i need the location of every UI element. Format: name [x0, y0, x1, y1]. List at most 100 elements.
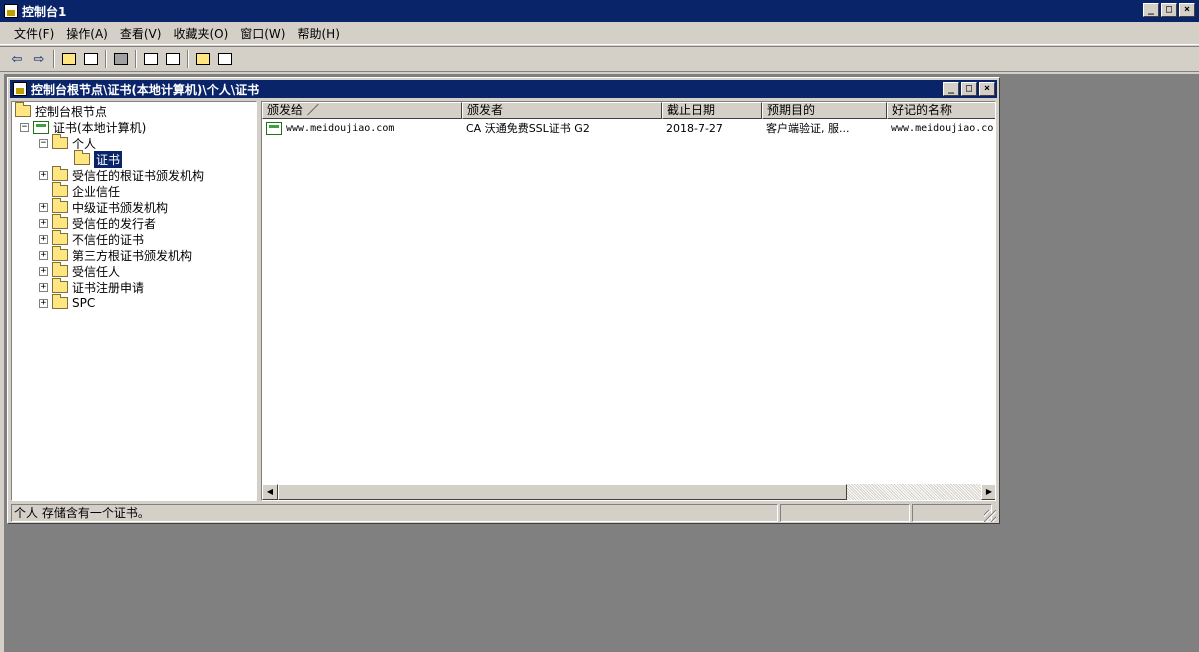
- tree-toggle-icon: [84, 53, 98, 65]
- tree-item-enrollment-requests[interactable]: + 证书注册申请: [39, 278, 145, 295]
- window-controls: _ □ ×: [1143, 3, 1195, 17]
- status-panel-2: [780, 504, 910, 522]
- toolbar-separator: [135, 50, 137, 68]
- column-issued-by[interactable]: 颁发者: [462, 102, 662, 119]
- cell-issued-by: CA 沃通免费SSL证书 G2: [466, 122, 590, 135]
- mdi-workspace: 控制台根节点\证书(本地计算机)\个人\证书 _ □ × 控制台根节点 − 证书…: [4, 74, 1199, 652]
- child-close-button[interactable]: ×: [979, 82, 995, 96]
- open-folder-icon: [74, 150, 90, 165]
- tree-item-personal-certs[interactable]: 证书: [74, 149, 124, 169]
- expand-icon[interactable]: +: [39, 266, 48, 276]
- tree-item-label: 受信任的发行者: [72, 216, 157, 231]
- menu-view[interactable]: 查看(V): [114, 23, 168, 44]
- folder-icon: [52, 262, 68, 277]
- main-title-bar[interactable]: 控制台1 _ □ ×: [0, 0, 1199, 22]
- tree-item-label-selected: 证书: [92, 149, 124, 169]
- toolbar-separator: [53, 50, 55, 68]
- tree-item-personal[interactable]: − 个人: [39, 134, 96, 151]
- horizontal-scrollbar[interactable]: ◀ ▶: [262, 484, 995, 500]
- refresh-button[interactable]: [140, 49, 162, 69]
- show-hide-tree-button[interactable]: [80, 49, 102, 69]
- child-minimize-button[interactable]: _: [943, 82, 959, 96]
- tree-item-label: 企业信任: [72, 184, 121, 199]
- menu-favorites[interactable]: 收藏夹(O): [167, 23, 234, 44]
- collapse-icon[interactable]: −: [20, 122, 29, 132]
- toolbar-separator: [105, 50, 107, 68]
- tree-item-label: 证书(本地计算机): [53, 120, 147, 135]
- export-list-icon: [166, 53, 180, 65]
- back-arrow-icon: ⇦: [11, 51, 23, 67]
- scroll-left-button[interactable]: ◀: [262, 484, 278, 500]
- tree-item-trusted-root[interactable]: + 受信任的根证书颁发机构: [39, 166, 205, 183]
- expand-icon[interactable]: +: [39, 282, 48, 292]
- folder-icon: [52, 294, 68, 309]
- certificate-icon: [266, 121, 282, 135]
- column-intended-purposes[interactable]: 预期目的: [762, 102, 887, 119]
- resize-grip[interactable]: [984, 510, 996, 522]
- forward-button[interactable]: ⇨: [28, 49, 50, 69]
- tree-item-label: 受信任的根证书颁发机构: [72, 168, 205, 183]
- status-panel-3: [912, 504, 992, 522]
- scroll-right-button[interactable]: ▶: [981, 484, 995, 500]
- minimize-button[interactable]: _: [1143, 3, 1159, 17]
- menu-action[interactable]: 操作(A): [60, 23, 114, 44]
- column-friendly-name[interactable]: 好记的名称: [887, 102, 995, 119]
- folder-icon: [52, 198, 68, 213]
- delete-button[interactable]: [110, 49, 132, 69]
- tree-item-trusted-publishers[interactable]: + 受信任的发行者: [39, 214, 157, 231]
- up-one-level-button[interactable]: [58, 49, 80, 69]
- export-list-button[interactable]: [162, 49, 184, 69]
- tree-item-root[interactable]: 控制台根节点: [15, 102, 108, 119]
- help-icon: [196, 53, 210, 65]
- tree-item-enterprise-trust[interactable]: 企业信任: [52, 182, 121, 199]
- table-row[interactable]: www.meidoujiao.com CA 沃通免费SSL证书 G2 2018-…: [262, 120, 995, 136]
- child-maximize-button[interactable]: □: [961, 82, 977, 96]
- action-pane-button[interactable]: [214, 49, 236, 69]
- child-window-controls: _ □ ×: [943, 82, 995, 96]
- column-issued-to[interactable]: 颁发给 ／: [262, 102, 462, 119]
- expand-icon[interactable]: +: [39, 202, 48, 212]
- list-header: 颁发给 ／ 颁发者 截止日期 预期目的 好记的名称: [262, 102, 995, 119]
- tree-item-label: 证书注册申请: [72, 280, 145, 295]
- expand-icon[interactable]: +: [39, 234, 48, 244]
- status-bar: 个人 存储含有一个证书。: [11, 504, 996, 522]
- tree-item-label: 控制台根节点: [35, 104, 108, 119]
- mmc-console-icon: [4, 4, 18, 18]
- tree-item-intermediate[interactable]: + 中级证书颁发机构: [39, 198, 168, 215]
- column-expiration-date[interactable]: 截止日期: [662, 102, 762, 119]
- delete-icon: [114, 53, 128, 65]
- expand-icon[interactable]: +: [39, 298, 48, 308]
- folder-icon: [52, 246, 68, 261]
- folder-icon: [52, 230, 68, 245]
- maximize-button[interactable]: □: [1161, 3, 1177, 17]
- up-folder-icon: [62, 53, 76, 65]
- scroll-thumb[interactable]: [278, 484, 847, 500]
- back-button[interactable]: ⇦: [6, 49, 28, 69]
- cell-expiration-date: 2018-7-27: [666, 121, 723, 135]
- tree-item-certs-local[interactable]: − 证书(本地计算机): [20, 119, 146, 135]
- expand-icon[interactable]: +: [39, 250, 48, 260]
- cell-intended-purposes: 客户端验证, 服...: [766, 122, 850, 135]
- tree-item-label: SPC: [72, 296, 96, 310]
- action-pane-icon: [218, 53, 232, 65]
- tree-item-third-party-root[interactable]: + 第三方根证书颁发机构: [39, 246, 192, 263]
- collapse-icon[interactable]: −: [39, 138, 48, 148]
- menu-help[interactable]: 帮助(H): [291, 23, 345, 44]
- expand-icon[interactable]: +: [39, 218, 48, 228]
- tree-item-spc[interactable]: + SPC: [39, 294, 96, 311]
- console-tree: 控制台根节点 − 证书(本地计算机) − 个人 证书 + 受信任的根证书颁发机构: [11, 101, 257, 501]
- close-button[interactable]: ×: [1179, 3, 1195, 17]
- tree-item-trusted-people[interactable]: + 受信任人: [39, 262, 120, 279]
- expand-icon[interactable]: +: [39, 170, 48, 180]
- menu-window[interactable]: 窗口(W): [234, 23, 291, 44]
- folder-icon: [15, 102, 31, 117]
- folder-icon: [52, 166, 68, 181]
- menu-bar: 文件(F) 操作(A) 查看(V) 收藏夹(O) 窗口(W) 帮助(H): [0, 23, 1199, 45]
- scroll-track[interactable]: [847, 484, 981, 500]
- status-text: 个人 存储含有一个证书。: [11, 504, 778, 522]
- help-button[interactable]: [192, 49, 214, 69]
- child-title-bar[interactable]: 控制台根节点\证书(本地计算机)\个人\证书 _ □ ×: [10, 80, 997, 98]
- tree-item-untrusted[interactable]: + 不信任的证书: [39, 230, 144, 247]
- folder-icon: [52, 182, 68, 197]
- menu-file[interactable]: 文件(F): [8, 23, 60, 44]
